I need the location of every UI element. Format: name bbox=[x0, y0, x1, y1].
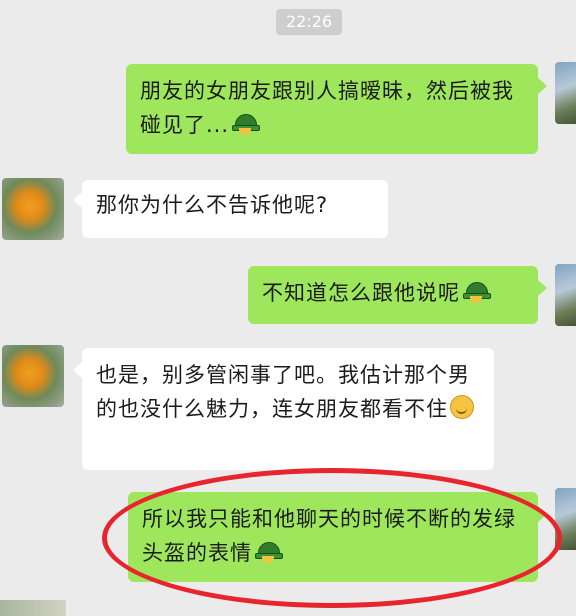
timestamp: 22:26 bbox=[276, 9, 342, 35]
self-avatar[interactable] bbox=[555, 264, 576, 326]
message-bubble-incoming[interactable]: 也是，别多管闲事了吧。我估计那个男的也没什么魅力，连女朋友都看不住 bbox=[82, 348, 494, 470]
friend-avatar[interactable] bbox=[2, 178, 64, 240]
message-bubble-outgoing[interactable]: 朋友的女朋友跟别人搞暧昧，然后被我碰见了... bbox=[126, 64, 538, 154]
wry-smile-emoji-icon bbox=[450, 395, 474, 419]
highlight-circle bbox=[102, 468, 562, 608]
message-bubble-incoming[interactable]: 那你为什么不告诉他呢? bbox=[82, 180, 388, 238]
message-text: 那你为什么不告诉他呢? bbox=[96, 193, 329, 217]
bubble-tail bbox=[538, 78, 547, 94]
bubble-tail bbox=[73, 362, 82, 378]
green-hat-emoji-icon bbox=[463, 281, 491, 303]
bubble-tail bbox=[73, 192, 82, 208]
self-avatar[interactable] bbox=[555, 62, 576, 124]
friend-avatar[interactable] bbox=[2, 345, 64, 407]
message-text: 也是，别多管闲事了吧。我估计那个男的也没什么魅力，连女朋友都看不住 bbox=[96, 363, 470, 421]
message-text: 朋友的女朋友跟别人搞暧昧，然后被我碰见了... bbox=[140, 79, 514, 137]
message-text: 不知道怎么跟他说呢 bbox=[262, 281, 460, 305]
friend-avatar-partial bbox=[0, 600, 66, 616]
bubble-tail bbox=[538, 280, 547, 296]
message-bubble-outgoing[interactable]: 不知道怎么跟他说呢 bbox=[248, 266, 538, 324]
green-hat-emoji-icon bbox=[232, 113, 261, 135]
